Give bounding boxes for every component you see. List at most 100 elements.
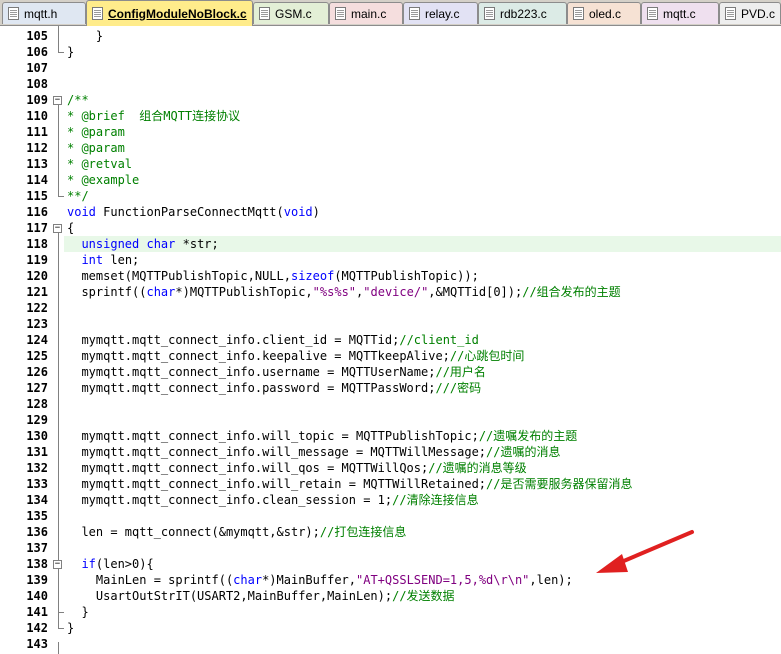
code-token: len = mqtt_connect(&mymqtt,&str); — [67, 525, 320, 539]
code-line[interactable]: 134 mymqtt.mqtt_connect_info.clean_sessi… — [0, 492, 781, 508]
line-number: 114 — [26, 173, 48, 187]
comment-token: **/ — [67, 189, 89, 203]
code-line[interactable]: 118 unsigned char *str; — [0, 236, 781, 252]
comment-token: //组合发布的主题 — [522, 285, 621, 299]
code-token: } — [67, 621, 75, 635]
code-line[interactable]: 106} — [0, 44, 781, 60]
comment-token: ///密码 — [435, 381, 482, 395]
line-number: 143 — [26, 637, 48, 651]
line-number: 120 — [26, 269, 48, 283]
code-line[interactable]: 126 mymqtt.mqtt_connect_info.username = … — [0, 364, 781, 380]
tab-oled-c[interactable]: oled.c — [567, 2, 641, 24]
code-line[interactable]: 108 — [0, 76, 781, 92]
fold-toggle-icon[interactable]: − — [53, 96, 62, 105]
code-token: mymqtt.mqtt_connect_info.will_retain = M… — [67, 477, 487, 491]
code-line[interactable]: 107 — [0, 60, 781, 76]
string-token: "AT+QSSLSEND=1,5,%d\r\n" — [356, 573, 530, 587]
code-line[interactable]: 130 mymqtt.mqtt_connect_info.will_topic … — [0, 428, 781, 444]
code-line[interactable]: 129 — [0, 412, 781, 428]
code-line[interactable]: 109 /** — [0, 92, 781, 108]
line-number: 121 — [26, 285, 48, 299]
code-token: mymqtt.mqtt_connect_info.will_qos = MQTT… — [67, 461, 429, 475]
fold-end-marker — [58, 628, 64, 629]
tab-pvd-c[interactable]: PVD.c — [719, 2, 781, 24]
line-number: 110 — [26, 109, 48, 123]
fold-guide-line — [58, 569, 59, 612]
line-number: 139 — [26, 573, 48, 587]
line-number: 123 — [26, 317, 48, 331]
code-text: * @example — [67, 172, 139, 188]
keyword-token: unsigned — [81, 237, 140, 251]
code-line[interactable]: 117 { — [0, 220, 781, 236]
code-text: len = mqtt_connect(&mymqtt,&str);//打包连接信… — [67, 524, 406, 540]
code-text: sprintf((char*)MQTTPublishTopic,"%s%s","… — [67, 284, 621, 300]
line-number: 129 — [26, 413, 48, 427]
code-line[interactable]: 122 — [0, 300, 781, 316]
code-line[interactable]: 120 memset(MQTTPublishTopic,NULL,sizeof(… — [0, 268, 781, 284]
code-line[interactable]: 116 void FunctionParseConnectMqtt(void) — [0, 204, 781, 220]
code-line[interactable]: 137 — [0, 540, 781, 556]
code-editor[interactable]: 105 } 106} 107 108 109/** 110 * @brief 组合MQTT连… — [0, 26, 781, 654]
code-line[interactable]: 105 } — [0, 28, 781, 44]
line-number: 133 — [26, 477, 48, 491]
line-number: 124 — [26, 333, 48, 347]
line-number: 112 — [26, 141, 48, 155]
tab-mqtt-c[interactable]: mqtt.c — [641, 2, 719, 24]
code-line[interactable]: 125 mymqtt.mqtt_connect_info.keepalive =… — [0, 348, 781, 364]
tab-configmodulenoblock-c[interactable]: ConfigModuleNoBlock.c — [86, 0, 253, 26]
code-token: ) — [312, 205, 320, 219]
code-token: sprintf(( — [67, 285, 147, 299]
code-line[interactable]: 124 mymqtt.mqtt_connect_info.client_id =… — [0, 332, 781, 348]
code-line[interactable]: 132 mymqtt.mqtt_connect_info.will_qos = … — [0, 460, 781, 476]
tab-label: mqtt.h — [24, 6, 58, 21]
line-number: 134 — [26, 493, 48, 507]
code-line[interactable]: 110 * @brief 组合MQTT连接协议 — [0, 108, 781, 124]
file-icon — [409, 7, 420, 20]
tab-relay-c[interactable]: relay.c — [403, 2, 478, 24]
code-line[interactable]: 123 — [0, 316, 781, 332]
code-line[interactable]: 115 **/ — [0, 188, 781, 204]
fold-toggle-icon[interactable]: − — [53, 560, 62, 569]
code-line[interactable]: 136 len = mqtt_connect(&mymqtt,&str);//打… — [0, 524, 781, 540]
line-number: 138 — [26, 557, 48, 571]
code-line[interactable]: 139 MainLen = sprintf((char*)MainBuffer,… — [0, 572, 781, 588]
code-text: { — [67, 220, 74, 236]
file-tab-bar: mqtt.h ConfigModuleNoBlock.c GSM.c main.c re… — [0, 0, 781, 26]
code-line[interactable]: 142} — [0, 620, 781, 636]
code-line[interactable]: 119 int len; — [0, 252, 781, 268]
code-line[interactable]: 112 * @param — [0, 140, 781, 156]
code-line[interactable]: 133 mymqtt.mqtt_connect_info.will_retain… — [0, 476, 781, 492]
code-line[interactable]: 127 mymqtt.mqtt_connect_info.password = … — [0, 380, 781, 396]
code-line[interactable]: 135 — [0, 508, 781, 524]
code-line[interactable]: 114 * @example — [0, 172, 781, 188]
line-number: 140 — [26, 589, 48, 603]
code-line[interactable]: 140 UsartOutStrIT(USART2,MainBuffer,Main… — [0, 588, 781, 604]
code-token: mymqtt.mqtt_connect_info.username = MQTT… — [67, 365, 436, 379]
code-text: } — [67, 604, 89, 620]
code-line[interactable]: 113 * @retval — [0, 156, 781, 172]
tab-rdb223-c[interactable]: rdb223.c — [478, 2, 567, 24]
code-line[interactable]: 111 * @param — [0, 124, 781, 140]
code-line[interactable]: 131 mymqtt.mqtt_connect_info.will_messag… — [0, 444, 781, 460]
code-text: void FunctionParseConnectMqtt(void) — [67, 204, 320, 220]
comment-token: //用户名 — [435, 365, 486, 379]
line-number: 117 — [26, 221, 48, 235]
tab-main-c[interactable]: main.c — [329, 2, 403, 24]
code-token: } — [67, 605, 89, 619]
code-line[interactable]: 138 if(len>0){ — [0, 556, 781, 572]
code-line[interactable]: 143 — [0, 636, 781, 652]
code-line[interactable]: 141 } — [0, 604, 781, 620]
code-line[interactable]: 121 sprintf((char*)MQTTPublishTopic,"%s%… — [0, 284, 781, 300]
comment-token: //client_id — [399, 333, 479, 347]
tab-gsm-c[interactable]: GSM.c — [253, 2, 329, 24]
code-text: **/ — [67, 188, 89, 204]
tab-mqtt-h[interactable]: mqtt.h — [2, 2, 86, 24]
tab-label: rdb223.c — [500, 6, 547, 21]
fold-toggle-icon[interactable]: − — [53, 224, 62, 233]
code-text: if(len>0){ — [67, 556, 153, 572]
code-line[interactable]: 128 — [0, 396, 781, 412]
file-icon — [484, 7, 495, 20]
line-number: 109 — [26, 93, 48, 107]
